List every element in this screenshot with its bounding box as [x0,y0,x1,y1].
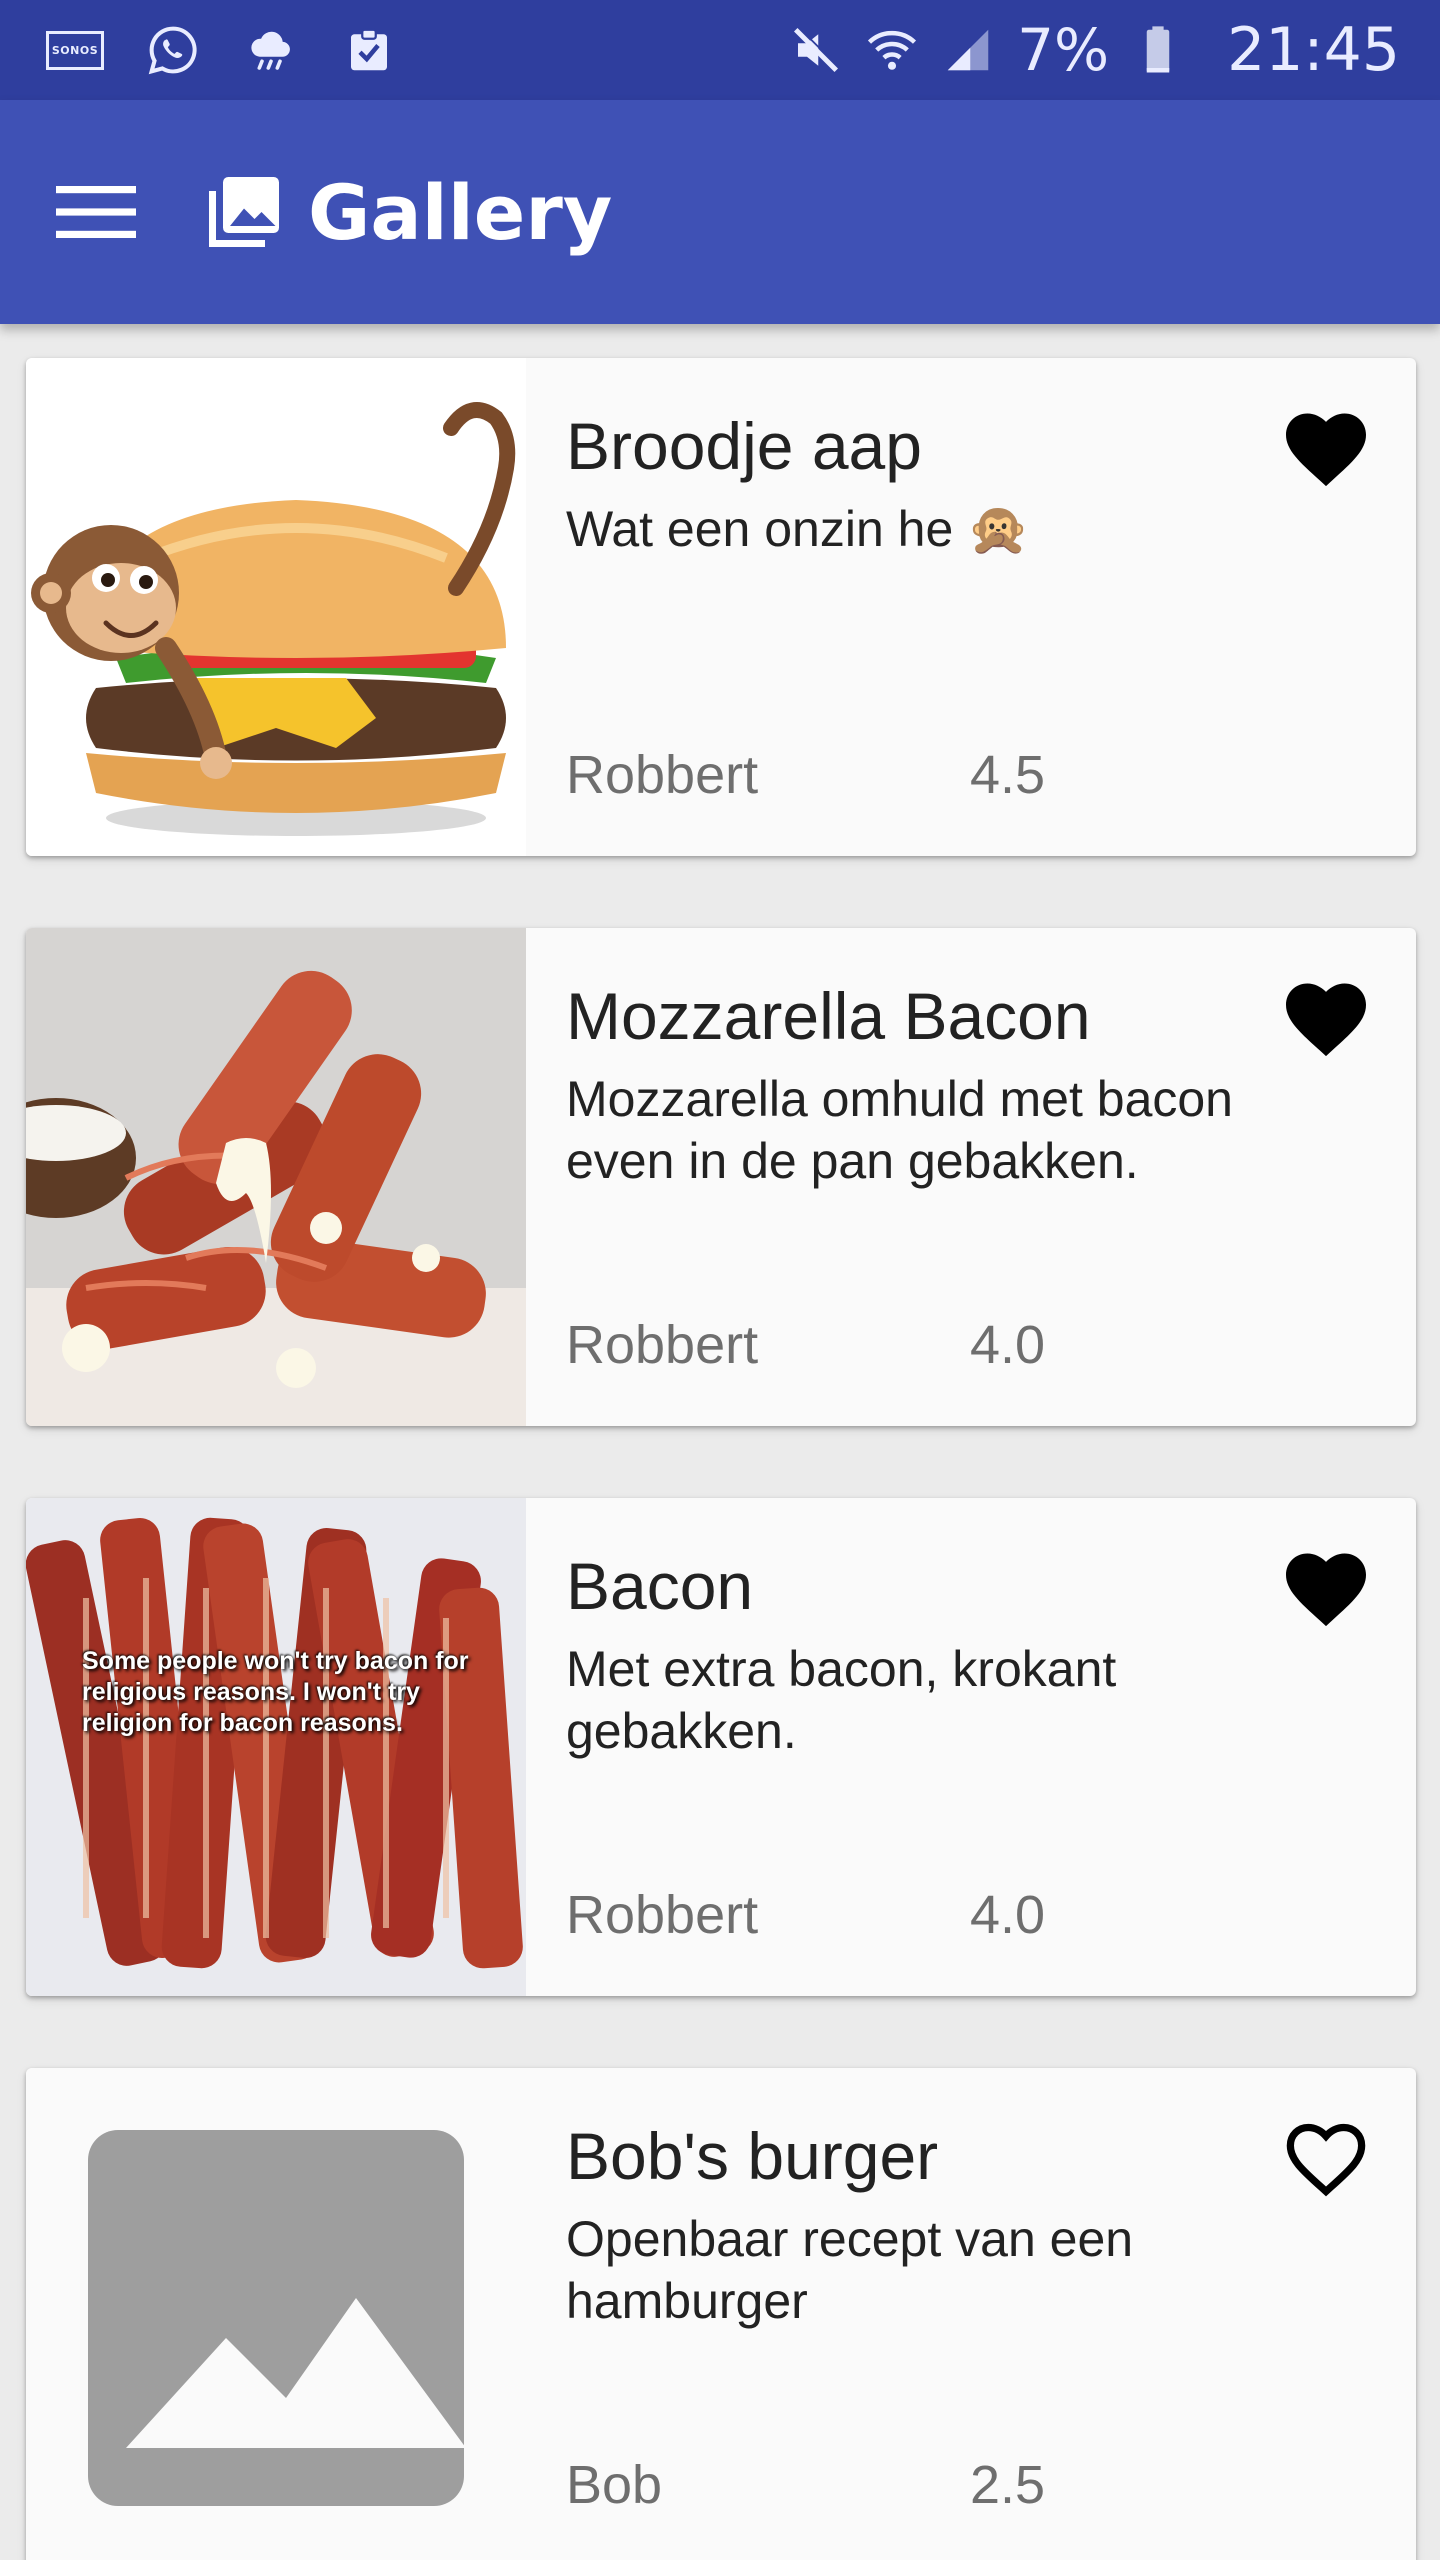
battery-icon [1131,23,1185,77]
recipe-rating: 4.0 [970,1885,1046,1945]
recipe-rating: 4.5 [970,745,1046,805]
status-right-icons: 7% 21:45 [789,15,1400,85]
heart-filled-icon [1286,983,1366,1057]
battery-percentage: 7% [1017,16,1110,84]
recipe-author: Robbert [566,745,759,805]
sonos-label: SONOS [45,30,105,70]
gallery-icon [209,177,279,247]
sonos-icon: SONOS [45,23,105,77]
recipe-title: Broodje aap [566,409,922,483]
recipe-description: Wat een onzin he 🙊 [566,501,1030,557]
app-bar: Gallery [0,100,1440,324]
weather-icon [244,23,298,77]
status-bar: SONOS 7% 21:45 [0,0,1440,100]
clock: 21:45 [1227,15,1400,85]
recipe-description: Met extra bacon, krokant gebakken. [566,1641,1117,1759]
menu-icon [56,186,136,238]
status-left-icons: SONOS [45,23,396,77]
whatsapp-icon [146,23,200,77]
clipboard-check-icon [342,23,396,77]
recipe-rating: 2.5 [970,2455,1046,2515]
image-caption: Some people won't try bacon for religiou… [82,1647,469,1737]
recipe-image-placeholder [26,2068,526,2560]
heart-outline-icon [1286,2123,1366,2197]
favorite-button[interactable] [1276,1538,1376,1638]
recipe-rating: 4.0 [970,1315,1046,1375]
mute-icon [789,23,843,77]
menu-button[interactable] [26,100,166,324]
recipe-image-bacon-strips: Some people won't try bacon for religiou… [26,1498,526,1996]
recipe-author: Bob [566,2455,663,2515]
image-placeholder-icon [26,2068,526,2560]
recipe-card[interactable]: Some people won't try bacon for religiou… [26,1498,1416,1996]
recipe-image-monkey-burger [26,358,526,856]
recipe-description: Openbaar recept van een hamburger [566,2211,1134,2329]
recipe-title: Mozzarella Bacon [566,979,1091,1053]
recipe-card[interactable]: Bob's burger Openbaar recept van een ham… [26,2068,1416,2560]
recipe-title: Bacon [566,1549,754,1623]
recipe-description: Mozzarella omhuld met bacon even in de p… [566,1071,1233,1189]
heart-filled-icon [1286,413,1366,487]
favorite-button[interactable] [1276,2108,1376,2208]
wifi-icon [865,23,919,77]
signal-icon [941,23,995,77]
recipe-card[interactable]: Broodje aap Wat een onzin he 🙊 Robbert 4… [26,358,1416,856]
recipe-author: Robbert [566,1885,759,1945]
heart-filled-icon [1286,1553,1366,1627]
recipe-title: Bob's burger [566,2119,939,2193]
recipe-card[interactable]: Mozzarella Bacon Mozzarella omhuld met b… [26,928,1416,1426]
favorite-button[interactable] [1276,398,1376,498]
page-title: Gallery [308,167,613,257]
recipe-author: Robbert [566,1315,759,1375]
favorite-button[interactable] [1276,968,1376,1068]
recipe-image-mozzarella-bacon [26,928,526,1426]
